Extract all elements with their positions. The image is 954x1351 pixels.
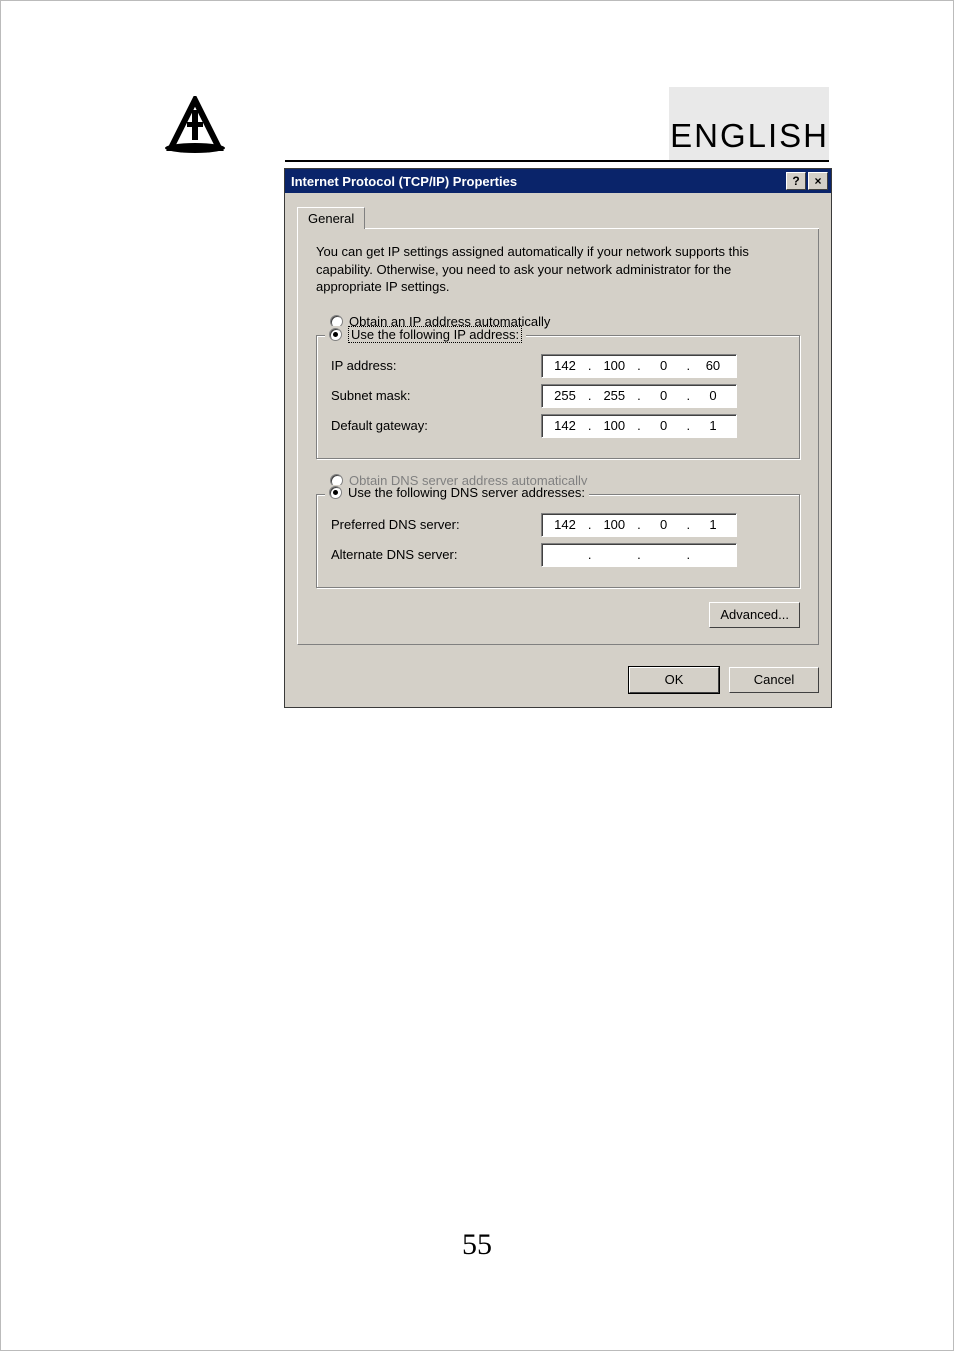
label-ip: IP address: xyxy=(331,358,541,373)
advanced-button[interactable]: Advanced... xyxy=(709,602,800,628)
ip-octet[interactable]: 0 xyxy=(649,418,679,433)
ip-octet[interactable]: 100 xyxy=(599,358,629,373)
page-number: 55 xyxy=(1,1228,953,1262)
advanced-row: Advanced... xyxy=(316,602,800,628)
ip-octet[interactable]: 255 xyxy=(550,388,580,403)
brand-logo xyxy=(161,96,229,156)
input-ip-address[interactable]: 142. 100. 0. 60 xyxy=(541,354,737,378)
label-gateway: Default gateway: xyxy=(331,418,541,433)
input-alternate-dns[interactable]: . . . xyxy=(541,543,737,567)
cancel-button[interactable]: Cancel xyxy=(729,667,819,693)
dot-icon: . xyxy=(684,547,692,562)
dot-icon: . xyxy=(586,358,594,373)
general-panel: You can get IP settings assigned automat… xyxy=(297,229,819,645)
field-preferred-dns: Preferred DNS server: 142. 100. 0. 1 xyxy=(331,513,785,537)
dot-icon: . xyxy=(635,418,643,433)
ip-groupbox: Use the following IP address: IP address… xyxy=(316,335,800,459)
language-label: ENGLISH xyxy=(670,117,829,155)
ip-octet[interactable]: 1 xyxy=(698,517,728,532)
field-ip-address: IP address: 142. 100. 0. 60 xyxy=(331,354,785,378)
field-alternate-dns: Alternate DNS server: . . . xyxy=(331,543,785,567)
dialog-title: Internet Protocol (TCP/IP) Properties xyxy=(291,174,517,189)
input-default-gateway[interactable]: 142. 100. 0. 1 xyxy=(541,414,737,438)
ip-octet[interactable]: 100 xyxy=(599,517,629,532)
tab-baseline xyxy=(297,228,819,229)
document-page: ENGLISH Internet Protocol (TCP/IP) Prope… xyxy=(0,0,954,1351)
dot-icon: . xyxy=(586,547,594,562)
dot-icon: . xyxy=(635,388,643,403)
dot-icon: . xyxy=(586,388,594,403)
dot-icon: . xyxy=(586,517,594,532)
dot-icon: . xyxy=(684,358,692,373)
ip-octet[interactable]: 0 xyxy=(649,517,679,532)
ip-octet[interactable]: 60 xyxy=(698,358,728,373)
radio-use-dns[interactable]: Use the following DNS server addresses: xyxy=(325,485,589,500)
ip-octet[interactable]: 100 xyxy=(599,418,629,433)
dot-icon: . xyxy=(635,517,643,532)
dot-icon: . xyxy=(684,517,692,532)
ok-button[interactable]: OK xyxy=(629,667,719,693)
tab-general[interactable]: General xyxy=(297,207,365,229)
ip-octet[interactable]: 142 xyxy=(550,358,580,373)
dot-icon: . xyxy=(586,418,594,433)
radio-icon xyxy=(329,328,342,341)
input-subnet-mask[interactable]: 255. 255. 0. 0 xyxy=(541,384,737,408)
dns-groupbox: Use the following DNS server addresses: … xyxy=(316,494,800,588)
dialog-client: General You can get IP settings assigned… xyxy=(285,193,831,657)
close-button[interactable]: × xyxy=(808,172,828,190)
ip-octet[interactable]: 142 xyxy=(550,418,580,433)
radio-label: Use the following DNS server addresses: xyxy=(348,485,585,500)
dot-icon: . xyxy=(684,418,692,433)
header-underline xyxy=(285,160,829,162)
tab-strip: General xyxy=(297,203,819,229)
field-gateway: Default gateway: 142. 100. 0. 1 xyxy=(331,414,785,438)
label-subnet: Subnet mask: xyxy=(331,388,541,403)
label-preferred-dns: Preferred DNS server: xyxy=(331,517,541,532)
dot-icon: . xyxy=(635,358,643,373)
help-button[interactable]: ? xyxy=(786,172,806,190)
ip-octet[interactable]: 0 xyxy=(649,388,679,403)
dialog-button-row: OK Cancel xyxy=(285,657,831,707)
dialog-titlebar[interactable]: Internet Protocol (TCP/IP) Properties ? … xyxy=(285,169,831,193)
tcpip-properties-dialog: Internet Protocol (TCP/IP) Properties ? … xyxy=(284,168,832,708)
description-text: You can get IP settings assigned automat… xyxy=(316,243,800,296)
dot-icon: . xyxy=(684,388,692,403)
radio-use-ip[interactable]: Use the following IP address: xyxy=(325,326,526,343)
label-alternate-dns: Alternate DNS server: xyxy=(331,547,541,562)
radio-label: Use the following IP address: xyxy=(348,326,522,343)
ip-octet[interactable]: 255 xyxy=(599,388,629,403)
ip-octet[interactable]: 1 xyxy=(698,418,728,433)
ip-octet[interactable]: 0 xyxy=(698,388,728,403)
ip-octet[interactable]: 142 xyxy=(550,517,580,532)
field-subnet: Subnet mask: 255. 255. 0. 0 xyxy=(331,384,785,408)
radio-icon xyxy=(329,486,342,499)
ip-octet[interactable]: 0 xyxy=(649,358,679,373)
input-preferred-dns[interactable]: 142. 100. 0. 1 xyxy=(541,513,737,537)
dot-icon: . xyxy=(635,547,643,562)
